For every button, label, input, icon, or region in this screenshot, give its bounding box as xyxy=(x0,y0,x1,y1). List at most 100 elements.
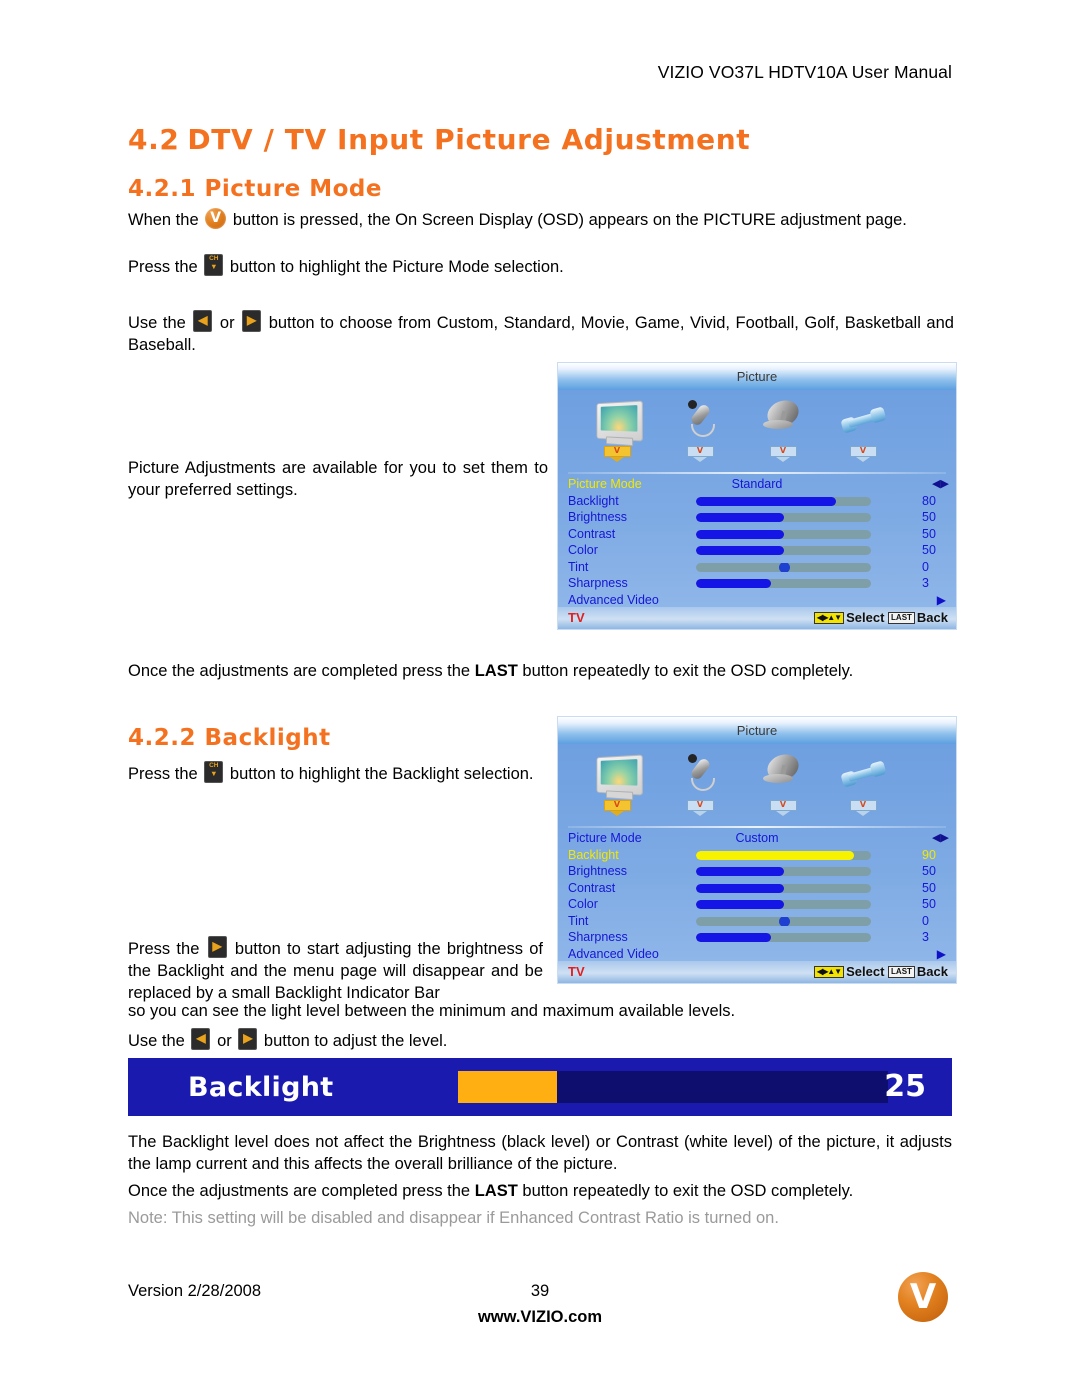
osd-row-slider[interactable] xyxy=(696,883,871,893)
osd-body: Picture ModeStandard◀▶Backlight80Brightn… xyxy=(558,390,956,629)
osd-row-slider[interactable] xyxy=(696,579,871,588)
osd-row[interactable]: Sharpness 3 xyxy=(558,575,956,592)
osd-row[interactable]: Tint 0 xyxy=(558,559,956,576)
osd-tab-setup[interactable] xyxy=(826,752,900,816)
osd-row[interactable]: Brightness 50 xyxy=(558,509,956,526)
slider-knob[interactable] xyxy=(778,916,790,926)
osd-titlebar: Picture xyxy=(558,717,956,744)
osd-row-number: 90 xyxy=(922,847,936,862)
osd-tab-setup[interactable] xyxy=(826,398,900,462)
osd-row-label: Color xyxy=(568,897,598,911)
osd-tab-tuner[interactable] xyxy=(746,749,820,816)
osd-row-slider[interactable] xyxy=(696,916,871,926)
page-title: 4.2 DTV / TV Input Picture Adjustment xyxy=(128,123,750,156)
osd-row-slider[interactable] xyxy=(696,496,871,506)
backlight-indicator-track[interactable] xyxy=(458,1071,888,1103)
paragraph-exit-osd-2: Once the adjustments are completed press… xyxy=(128,1180,952,1202)
vizio-v-button-icon xyxy=(205,208,227,229)
backlight-indicator-label: Backlight xyxy=(188,1072,334,1103)
paragraph-press-ch-backlight: Press the button to highlight the Backli… xyxy=(128,761,543,785)
osd-tab-marker-audio xyxy=(686,799,714,816)
paragraph-text: Use the xyxy=(128,1032,185,1050)
paragraph-text: button to adjust the level. xyxy=(263,1032,448,1050)
osd-row-slider[interactable] xyxy=(696,900,871,909)
manual-page: VIZIO VO37L HDTV10A User Manual 4.2 DTV /… xyxy=(0,0,1080,1397)
paragraph-press-ch: Press the button to highlight the Pictur… xyxy=(128,254,952,278)
osd-row-label: Brightness xyxy=(568,864,628,878)
osd-key-hints: ◀▶▲▼ Select LAST Back xyxy=(813,607,948,629)
osd-source-label: TV xyxy=(568,610,585,625)
osd-row[interactable]: Color 50 xyxy=(558,542,956,559)
last-keycap: LAST xyxy=(888,612,915,624)
osd-titlebar: Picture xyxy=(558,363,956,390)
osd-row[interactable]: Backlight 80 xyxy=(558,493,956,510)
osd-row-slider[interactable] xyxy=(696,562,871,572)
slider-knob[interactable] xyxy=(778,562,790,572)
osd-row-value: Custom xyxy=(735,831,779,845)
osd-row[interactable]: Contrast 50 xyxy=(558,526,956,543)
osd-row-slider[interactable] xyxy=(696,933,871,942)
slider-fill xyxy=(696,579,772,588)
osd-row[interactable]: Color 50 xyxy=(558,896,956,913)
left-right-arrows-icon: ◀▶ xyxy=(932,478,949,490)
osd-row-label: Sharpness xyxy=(568,930,628,944)
slider-fill xyxy=(696,900,784,909)
osd-row-slider[interactable] xyxy=(696,529,871,539)
left-right-arrows-icon: ◀▶ xyxy=(932,832,949,844)
osd-row-number: 50 xyxy=(922,510,936,524)
osd-row[interactable]: Picture Mode Custom ◀▶ xyxy=(558,830,956,847)
osd-tab-picture[interactable] xyxy=(580,398,654,462)
osd-row[interactable]: Tint 0 xyxy=(558,913,956,930)
paragraph-text: Press the xyxy=(128,940,200,958)
osd-row-label: Tint xyxy=(568,913,589,928)
osd-row-slider[interactable] xyxy=(696,513,871,522)
osd-back-label: Back xyxy=(916,964,948,979)
osd-row-slider[interactable] xyxy=(696,867,871,876)
paragraph-osd-intro: When the button is pressed, the On Scree… xyxy=(128,208,952,231)
osd-tab-marker-tuner xyxy=(769,799,797,816)
osd-tab-audio[interactable] xyxy=(663,752,737,816)
channel-down-button-icon xyxy=(204,254,224,276)
osd-setting-rows: Picture Mode Custom ◀▶ Backlight 90 Brightnes… xyxy=(558,828,956,979)
osd-row[interactable]: Sharpness 3 xyxy=(558,929,956,946)
paragraph-use-arrows: Use the or button to adjust the level. xyxy=(128,1028,952,1052)
microphone-icon xyxy=(663,752,737,798)
vizio-logo-icon xyxy=(898,1272,948,1322)
osd-row-slider[interactable] xyxy=(696,546,871,555)
osd-row[interactable]: Brightness 50 xyxy=(558,863,956,880)
microphone-icon xyxy=(663,398,737,444)
monitor-icon xyxy=(580,752,654,801)
paragraph-adjust-backlight: Press the button to start adjusting the … xyxy=(128,936,543,1004)
osd-back-label: Back xyxy=(916,610,948,625)
osd-row[interactable]: Picture Mode Standard ◀▶ xyxy=(558,476,956,493)
osd-title: Picture xyxy=(736,369,778,384)
paragraph-text: button to highlight the Backlight select… xyxy=(229,765,534,783)
section-title: DTV / TV Input Picture Adjustment xyxy=(187,123,751,156)
osd-row-label: Sharpness xyxy=(568,576,628,590)
osd-tab-audio[interactable] xyxy=(663,398,737,462)
left-arrow-button-icon xyxy=(193,310,213,332)
document-header: VIZIO VO37L HDTV10A User Manual xyxy=(657,62,952,82)
osd-tab-picture[interactable] xyxy=(580,752,654,816)
osd-row-number: 50 xyxy=(922,864,936,878)
osd-row-value: Standard xyxy=(731,477,783,491)
slider-fill xyxy=(696,496,836,506)
osd-picture-menu-custom[interactable]: Picture V V V V Picture Mode Custom ◀▶ B… xyxy=(557,716,957,984)
osd-row-slider[interactable] xyxy=(696,850,871,860)
osd-row[interactable]: Backlight 90 xyxy=(558,847,956,864)
osd-setting-rows: Picture Mode Standard ◀▶ Backlight 80 Brightn… xyxy=(558,474,956,625)
navigation-keycap-icon: ◀▶▲▼ xyxy=(813,612,845,624)
paragraph-text: Use the xyxy=(128,314,186,332)
osd-picture-menu-standard[interactable]: Picture V V V V Picture Mode Standard ◀▶… xyxy=(557,362,957,630)
paragraph-adjustments-available: Picture Adjustments are available for yo… xyxy=(128,459,548,499)
osd-row[interactable]: Advanced Video ▶ xyxy=(558,946,956,963)
osd-tab-tuner[interactable] xyxy=(746,395,820,462)
subsection-heading-backlight: 4.2.2 Backlight xyxy=(128,725,331,751)
osd-row[interactable]: Advanced Video ▶ xyxy=(558,592,956,609)
slider-fill xyxy=(696,883,784,893)
osd-category-tabs xyxy=(558,390,956,472)
osd-row-label: Tint xyxy=(568,559,589,574)
chevron-right-icon: ▶ xyxy=(936,592,946,607)
osd-footer: TV ◀▶▲▼ Select LAST Back xyxy=(558,607,956,629)
osd-row[interactable]: Contrast 50 xyxy=(558,880,956,897)
